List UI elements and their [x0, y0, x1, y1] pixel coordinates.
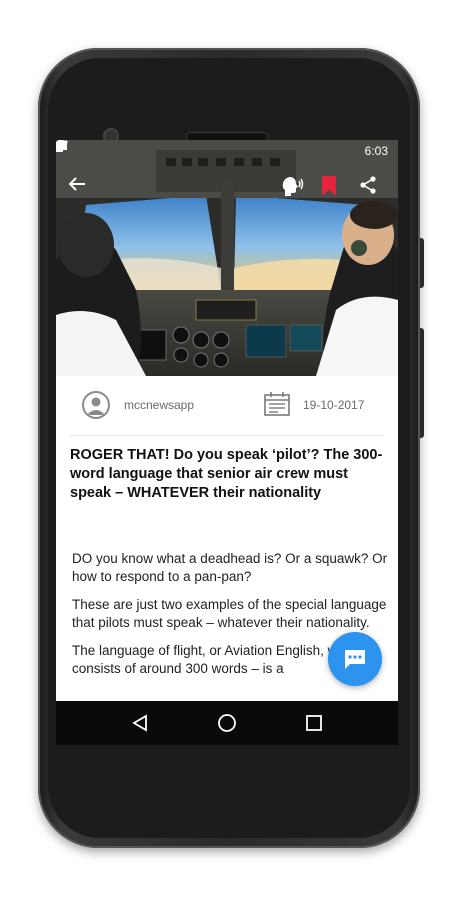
chat-bubble-icon: [345, 650, 365, 669]
article-paragraph: These are just two examples of the speci…: [72, 597, 387, 630]
meta-divider: [70, 435, 384, 436]
back-button[interactable]: [68, 176, 98, 206]
status-time: 6:03: [364, 144, 388, 158]
person-icon: [87, 397, 105, 415]
status-bar: 6:03: [56, 140, 398, 162]
system-nav-bar: [56, 701, 398, 745]
speaking-head-icon: [282, 177, 304, 196]
nav-recents-button[interactable]: [294, 703, 334, 743]
article-paragraph: DO you know what a deadhead is? Or a squ…: [72, 551, 388, 584]
article-headline: ROGER THAT! Do you speak ‘pilot’? The 30…: [70, 447, 383, 501]
power-button: [420, 238, 424, 288]
chat-fab[interactable]: [328, 632, 382, 686]
share-icon: [360, 176, 376, 194]
nav-home-button[interactable]: [207, 703, 247, 743]
hero-image: 6:03: [56, 140, 398, 376]
volume-button: [420, 328, 424, 438]
bookmark-button[interactable]: [321, 176, 351, 206]
app-screen: 6:03 mccnewsapp 19-10-2017 ROGER THAT! D…: [56, 140, 398, 745]
author-name[interactable]: mccnewsapp: [124, 398, 194, 412]
app-bar: [56, 176, 398, 206]
circle-home-icon: [218, 714, 236, 732]
listen-button[interactable]: [281, 176, 311, 206]
bookmark-icon: [322, 176, 336, 196]
share-button[interactable]: [359, 176, 389, 206]
arrow-left-icon: [68, 177, 85, 191]
square-recents-icon: [306, 715, 323, 731]
publish-date: 19-10-2017: [303, 398, 365, 412]
triangle-back-icon: [131, 714, 147, 732]
article-meta: mccnewsapp 19-10-2017: [56, 376, 398, 436]
calendar-icon: [264, 392, 290, 421]
nav-back-button[interactable]: [120, 703, 160, 743]
author-avatar[interactable]: [82, 391, 110, 419]
